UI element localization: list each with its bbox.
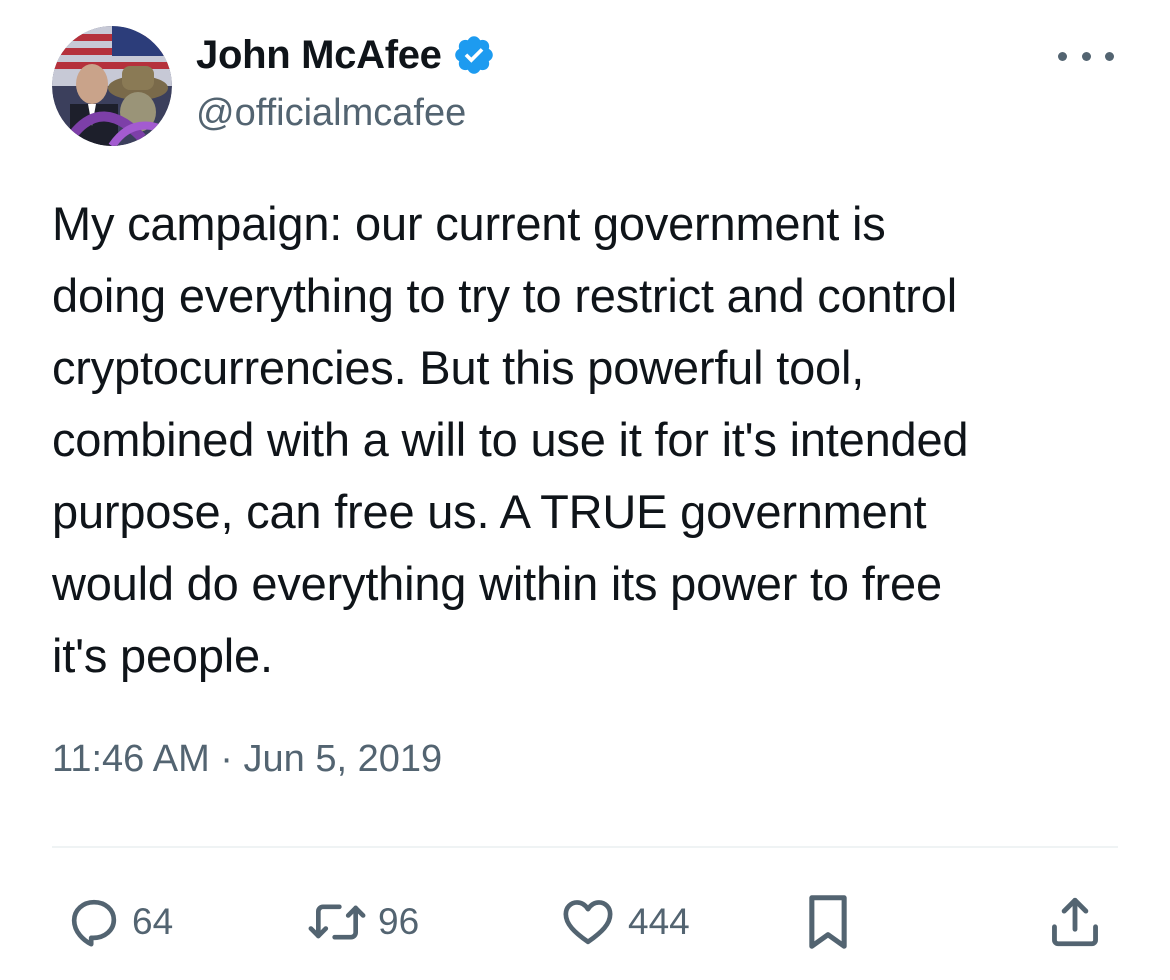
- author-name-row: John McAfee: [196, 30, 496, 80]
- bookmark-button[interactable]: [800, 882, 856, 962]
- retweet-button[interactable]: 96: [306, 882, 419, 962]
- avatar-image: [52, 26, 172, 146]
- verified-badge-icon: [452, 33, 496, 77]
- like-count: 444: [628, 901, 690, 942]
- author-handle[interactable]: @officialmcafee: [196, 92, 466, 135]
- more-dot-icon: [1058, 51, 1067, 61]
- tweet-card: John McAfee @officialmcafee My campaign:…: [0, 0, 1170, 980]
- reply-count: 64: [132, 901, 174, 942]
- bookmark-icon: [809, 895, 847, 949]
- retweet-count: 96: [378, 901, 420, 942]
- share-icon: [1052, 897, 1098, 947]
- retweet-icon: [308, 904, 366, 940]
- more-dot-icon: [1105, 51, 1114, 61]
- tweet-text: My campaign: our current government is d…: [52, 197, 969, 682]
- reply-icon: [71, 899, 117, 947]
- like-button[interactable]: 444: [558, 882, 690, 962]
- divider: [52, 846, 1118, 848]
- heart-icon: [563, 900, 613, 945]
- action-bar: 64 96 444: [0, 882, 1170, 962]
- share-button[interactable]: [1046, 882, 1104, 962]
- display-name[interactable]: John McAfee: [196, 33, 442, 78]
- reply-button[interactable]: 64: [66, 882, 173, 962]
- tweet-timestamp[interactable]: 11:46 AM · Jun 5, 2019: [52, 738, 442, 781]
- avatar[interactable]: [52, 26, 172, 146]
- more-dot-icon: [1081, 51, 1091, 61]
- more-options-button[interactable]: [1058, 44, 1114, 68]
